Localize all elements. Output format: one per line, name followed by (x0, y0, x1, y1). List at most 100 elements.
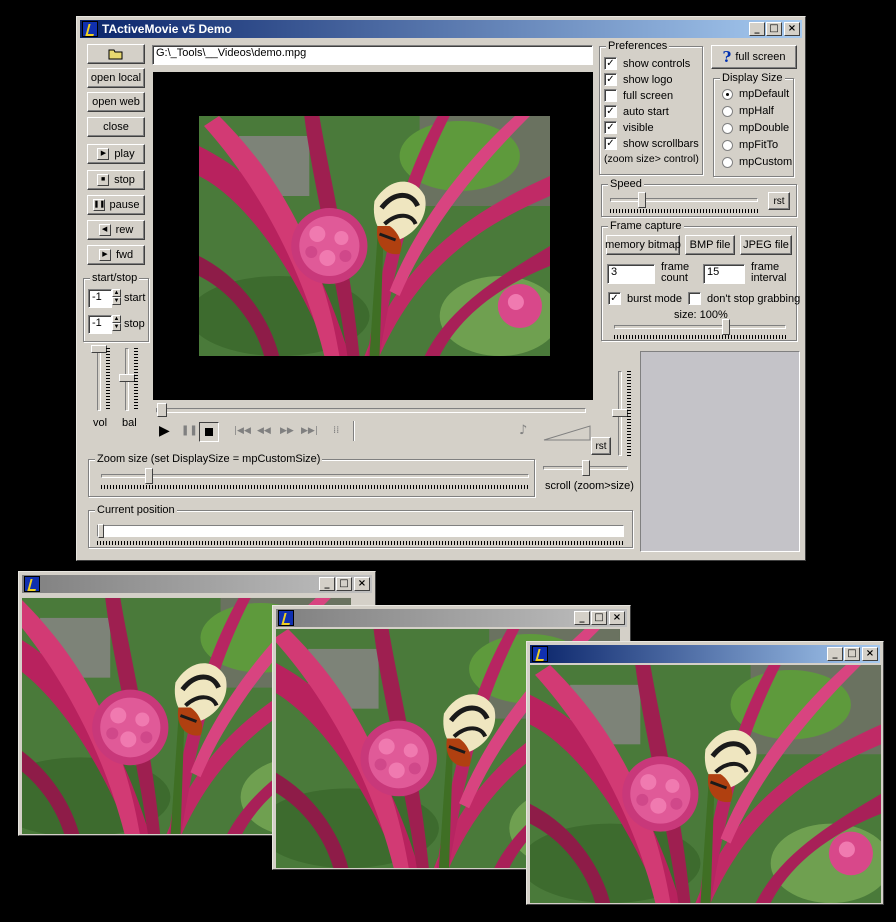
speed-rst-button[interactable]: rst (768, 192, 790, 210)
file-path-input[interactable]: G:\_Tools\__Videos\demo.mpg (152, 45, 593, 65)
maximize-icon[interactable]: □ (766, 22, 782, 36)
main-title-bar[interactable]: TActiveMovie v5 Demo _ □ × (80, 20, 802, 38)
capture-window-3-close-icon[interactable]: × (862, 647, 878, 661)
pref-checkbox-show-controls[interactable]: ✓ show controls (604, 57, 690, 70)
open-local-button[interactable]: open local (87, 68, 145, 88)
capture-window-1-minimize-icon[interactable]: _ (319, 577, 335, 591)
capture-window-2-maximize-icon[interactable]: □ (591, 611, 607, 625)
capture-window-1-title-bar[interactable]: _ □ × (22, 575, 372, 593)
pref-checkbox-show-scrollbars[interactable]: ✓ show scrollbars (604, 137, 699, 150)
frame-count-input[interactable]: 3 (607, 264, 655, 284)
player-seek-thumb[interactable] (157, 403, 167, 417)
zoom-group: Zoom size (set DisplaySize = mpCustomSiz… (88, 453, 535, 497)
player-stop-icon[interactable] (199, 422, 219, 442)
close-icon[interactable]: × (784, 22, 800, 36)
pref-checkbox-full-screen[interactable]: full screen (604, 89, 673, 102)
player-rewind-icon[interactable]: ◀◀ (257, 426, 271, 436)
size-label: size: 100% (674, 309, 728, 321)
capture-window-3-maximize-icon[interactable]: □ (844, 647, 860, 661)
display-size-radio-mpFitTo[interactable]: mpFitTo (722, 139, 778, 151)
display-size-radio-mpDouble[interactable]: mpDouble (722, 122, 789, 134)
dont-stop-box[interactable] (688, 292, 701, 305)
display-size-radio-label: mpDefault (739, 88, 790, 100)
zoom-slider[interactable] (145, 468, 153, 484)
capture-window-1-close-icon[interactable]: × (354, 577, 370, 591)
frame-capture-caption: Frame capture (608, 220, 684, 232)
play-button[interactable]: ▶ play (87, 144, 145, 164)
capture-window-2-minimize-icon[interactable]: _ (574, 611, 590, 625)
minimize-icon[interactable]: _ (749, 22, 765, 36)
speed-slider[interactable] (638, 192, 646, 208)
rew-button[interactable]: ◀ rew (87, 220, 145, 240)
display-size-radio-mpCustom[interactable]: mpCustom (722, 156, 792, 168)
display-size-radio-label: mpCustom (739, 156, 793, 168)
scroll-vticks (627, 371, 631, 456)
current-position-thumb[interactable] (98, 524, 104, 538)
scroll-hslider[interactable] (582, 460, 590, 476)
bal-slider[interactable] (119, 374, 135, 382)
zoom-caption: Zoom size (set DisplaySize = mpCustomSiz… (95, 453, 323, 465)
stop-spinner[interactable]: ▲ ▼ (112, 315, 121, 333)
stop-button[interactable]: ■ stop (87, 170, 145, 190)
pref-checkbox-box[interactable]: ✓ (604, 137, 617, 150)
radio-dot[interactable] (722, 156, 733, 168)
pause-button[interactable]: ❚❚ pause (87, 195, 145, 215)
open-folder-button[interactable] (87, 44, 145, 64)
pref-checkbox-box[interactable]: ✓ (604, 73, 617, 86)
memory-bitmap-button[interactable]: memory bitmap (605, 235, 681, 255)
capture-window-1-maximize-icon[interactable]: □ (336, 577, 352, 591)
start-input[interactable]: -1 (88, 289, 112, 308)
capture-window-3-minimize-icon[interactable]: _ (827, 647, 843, 661)
capture-preview-panel (640, 351, 800, 552)
pref-checkbox-box[interactable]: ✓ (604, 105, 617, 118)
capture-window-2-title-bar[interactable]: _ □ × (276, 609, 627, 627)
pref-checkbox-box[interactable] (604, 89, 617, 102)
full-screen-button[interactable]: ? full screen (711, 45, 797, 69)
video-display[interactable] (153, 72, 593, 400)
play-icon: ▶ (97, 148, 110, 160)
scroll-vslider[interactable] (612, 409, 628, 417)
radio-dot[interactable] (722, 88, 733, 100)
pref-checkbox-show-logo[interactable]: ✓ show logo (604, 73, 673, 86)
display-size-radio-mpDefault[interactable]: mpDefault (722, 88, 789, 100)
vol-slider[interactable] (91, 345, 107, 353)
player-play-icon[interactable]: ▶ (159, 423, 170, 439)
display-size-radio-mpHalf[interactable]: mpHalf (722, 105, 774, 117)
pref-checkbox-visible[interactable]: ✓ visible (604, 121, 654, 134)
size-slider[interactable] (722, 319, 730, 335)
radio-dot[interactable] (722, 122, 733, 134)
capture-window-3[interactable]: _ □ × (526, 641, 884, 905)
start-spinner[interactable]: ▲ ▼ (112, 289, 121, 307)
bmp-file-button[interactable]: BMP file (685, 235, 735, 255)
radio-dot[interactable] (722, 105, 733, 117)
player-marks-icon[interactable]: ⁞⁞ (333, 425, 339, 436)
burst-mode-checkbox[interactable]: ✓ burst mode (608, 292, 682, 305)
player-separator (353, 421, 355, 441)
stop-input[interactable]: -1 (88, 315, 112, 334)
close-button[interactable]: close (87, 117, 145, 137)
player-pause-icon[interactable]: ❚❚ (181, 425, 198, 436)
preferences-group: Preferences ✓ show controls ✓ show logo full… (599, 40, 703, 175)
pref-checkbox-auto-start[interactable]: ✓ auto start (604, 105, 669, 118)
player-ff-icon[interactable]: ▶▶ (280, 426, 294, 436)
open-web-button[interactable]: open web (87, 92, 145, 112)
dont-stop-checkbox[interactable]: don't stop grabbing (688, 292, 800, 305)
preferences-note: (zoom size> control) (604, 153, 699, 165)
player-skip-fwd-icon[interactable]: ▶▶| (301, 426, 318, 436)
pref-checkbox-box[interactable]: ✓ (604, 57, 617, 70)
full-screen-label: full screen (735, 51, 786, 63)
frame-interval-input[interactable]: 15 (703, 264, 745, 284)
scroll-label: scroll (zoom>size) (545, 480, 634, 492)
fwd-button[interactable]: ▶ fwd (87, 245, 145, 265)
current-position-group: Current position (88, 504, 633, 548)
pref-checkbox-box[interactable]: ✓ (604, 121, 617, 134)
speaker-icon[interactable]: ♪ (519, 423, 527, 438)
capture-window-3-title-bar[interactable]: _ □ × (530, 645, 880, 663)
player-volume-wedge[interactable] (543, 425, 591, 441)
rst-button-2[interactable]: rst (591, 437, 611, 455)
burst-mode-box[interactable]: ✓ (608, 292, 621, 305)
capture-window-2-close-icon[interactable]: × (609, 611, 625, 625)
player-skip-back-icon[interactable]: |◀◀ (234, 426, 251, 436)
jpeg-file-button[interactable]: JPEG file (740, 235, 792, 255)
radio-dot[interactable] (722, 139, 733, 151)
